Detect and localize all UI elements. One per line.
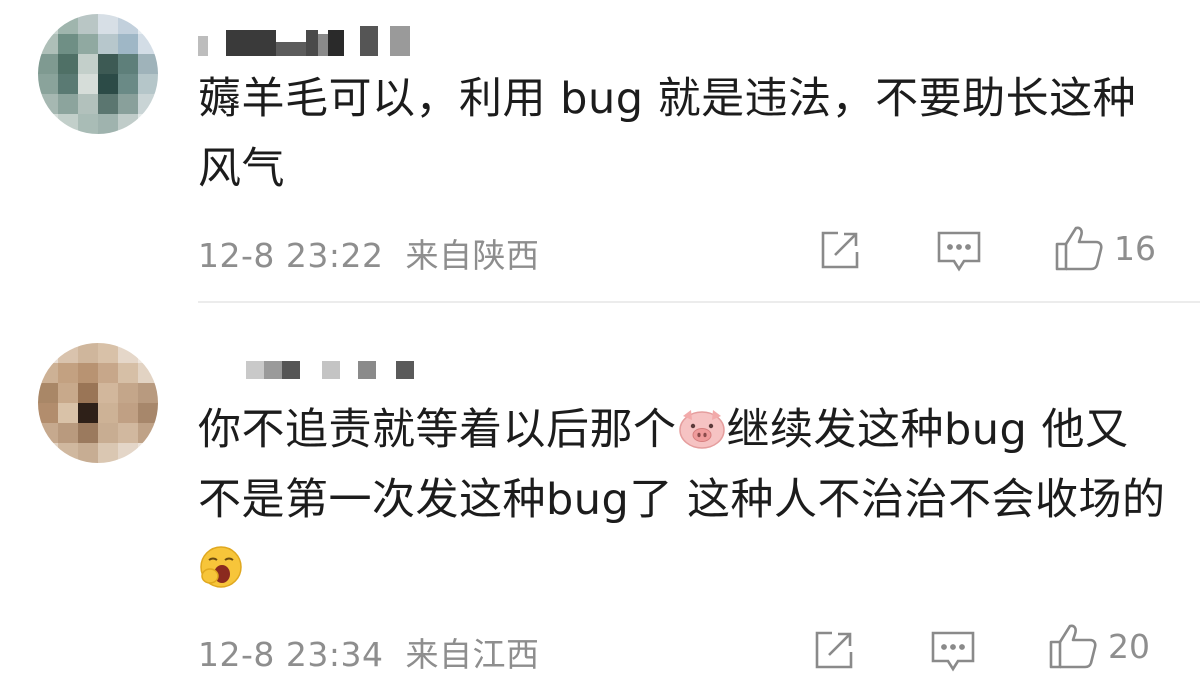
reply-button[interactable] [930, 630, 976, 672]
pig-emoji [678, 410, 725, 449]
comment-time: 12-8 23:34 [198, 635, 384, 674]
reply-icon [931, 631, 975, 672]
username-blurred[interactable] [246, 361, 414, 379]
comment-item[interactable]: 你不追责就等着以后那个 继续发这种bug 他又不是第一次发这种bug了 这种人不… [0, 0, 1200, 674]
like-count: 20 [1108, 626, 1150, 666]
like-icon [1049, 624, 1097, 669]
yawn-emoji [200, 546, 242, 588]
comment-text-part1: 你不追责就等着以后那个 [198, 405, 677, 455]
avatar[interactable] [38, 343, 158, 463]
share-button[interactable] [812, 628, 856, 672]
comment-meta: 12-8 23:34 来自江西 [198, 628, 539, 676]
like-button[interactable]: 20 [1048, 622, 1150, 670]
share-icon [815, 631, 853, 669]
comment-text: 你不追责就等着以后那个 继续发这种bug 他又不是第一次发这种bug了 这种人不… [198, 395, 1168, 605]
comment-location: 来自江西 [405, 635, 540, 674]
